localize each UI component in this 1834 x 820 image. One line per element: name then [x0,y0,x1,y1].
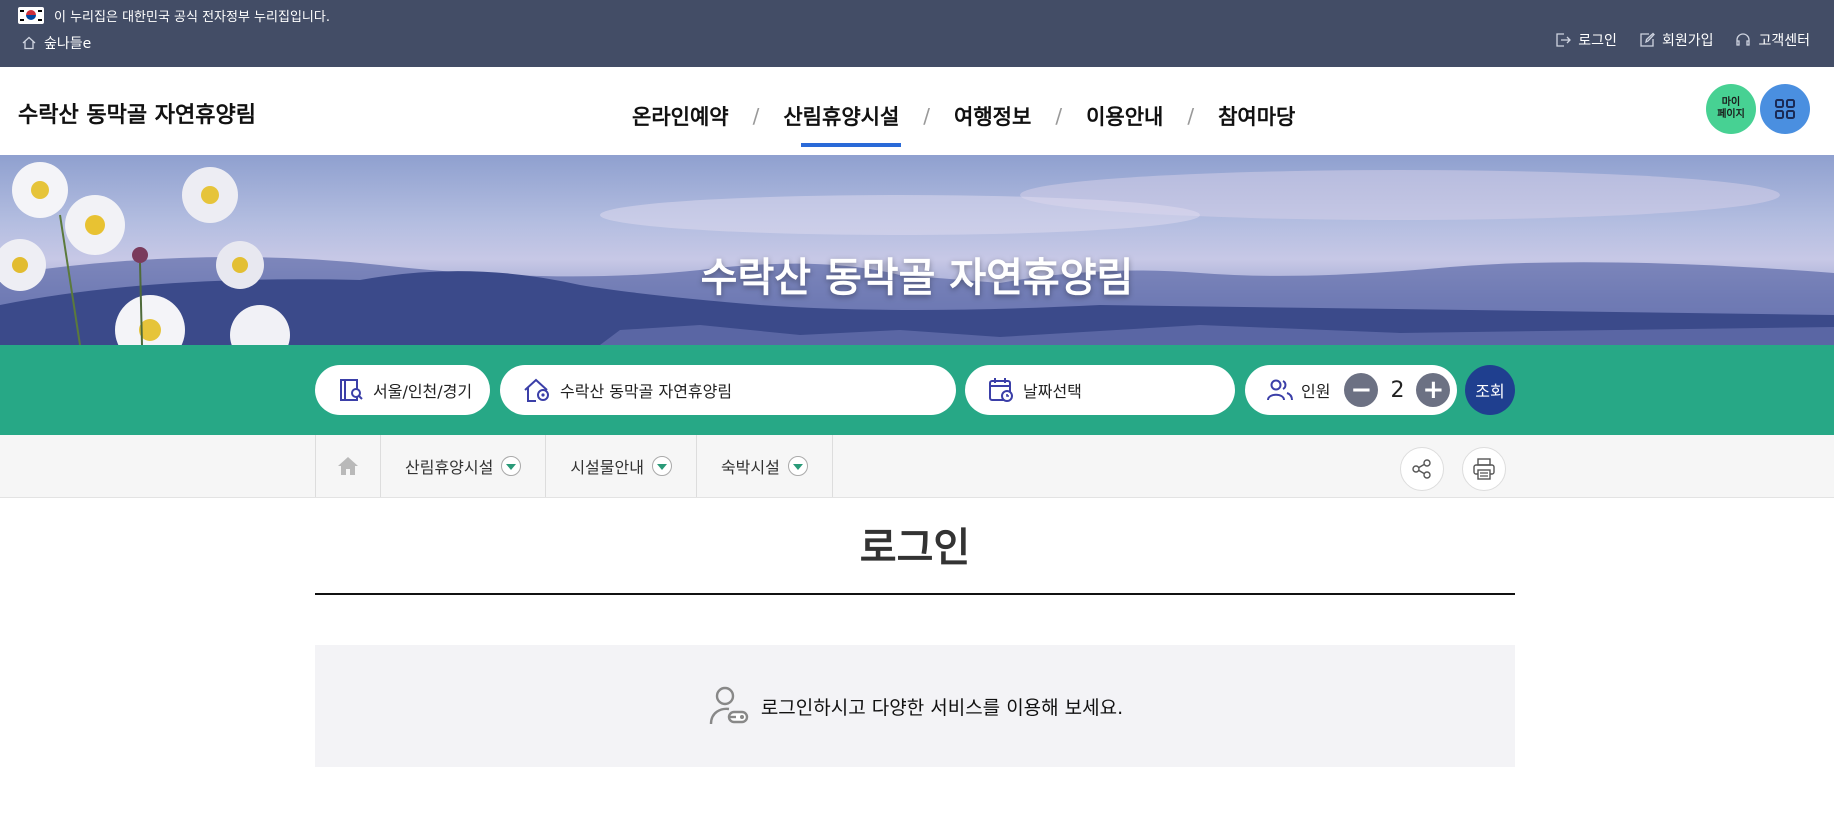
edit-icon [1640,32,1655,47]
people-plus-button[interactable]: + [1416,373,1451,407]
share-icon [1412,459,1431,479]
nav-usage-guide[interactable]: 이용안내 [1086,101,1163,147]
breadcrumb-forest-facilities[interactable]: 산림휴양시설 [381,435,547,497]
signup-link-label: 회원가입 [1661,33,1714,49]
logout-icon [1556,33,1572,47]
nav-separator: / [752,104,760,128]
people-label: 인원 [1301,382,1331,401]
title-divider [315,593,1515,595]
mypage-label-line2: 페이지 [1717,109,1745,120]
reservation-search-bar: 서울/인천/경기 수락산 동막골 자연휴양림 날짜선택 인원 − 2 + 조회 [0,345,1834,435]
user-key-icon [709,686,749,725]
nav-forest-facilities[interactable]: 산림휴양시설 [783,101,902,147]
headset-icon [1736,33,1751,46]
region-select[interactable]: 서울/인천/경기 [315,365,490,415]
facility-value: 수락산 동막골 자연휴양림 [560,382,733,401]
gov-banner: 이 누리집은 대한민국 공식 전자정부 누리집입니다. 숲나들e 로그인 회원가… [0,0,1834,67]
breadcrumb-label: 산림휴양시설 [405,458,494,477]
home-link-label: 숲나들e [44,36,92,52]
chevron-down-icon [651,456,672,476]
site-logo-title[interactable]: 수락산 동막골 자연휴양림 [18,97,256,129]
site-header: 수락산 동막골 자연휴양림 온라인예약 / 산림휴양시설 / 여행정보 / 이용… [0,67,1834,156]
support-link[interactable]: 고객센터 [1735,30,1810,50]
breadcrumb-label: 시설물안내 [570,458,644,477]
people-count: 2 [1390,377,1405,403]
share-button[interactable] [1400,447,1444,491]
nav-separator: / [1055,104,1063,128]
region-value: 서울/인천/경기 [373,382,473,401]
hero-banner: 수락산 동막골 자연휴양림 [0,155,1834,345]
login-notice-text: 로그인하시고 다양한 서비스를 이용해 보세요. [760,696,1124,719]
page-title: 로그인 [859,525,971,571]
chevron-down-icon [501,456,522,476]
people-stepper: 인원 − 2 + [1245,365,1457,415]
search-submit-button[interactable]: 조회 [1465,365,1515,415]
breadcrumb-label: 숙박시설 [720,458,780,477]
login-notice-box: 로그인하시고 다양한 서비스를 이용해 보세요. [315,645,1515,767]
banner-title: 수락산 동막골 자연휴양림 [700,255,1134,301]
mypage-label-line1: 마이 [1721,97,1741,108]
breadcrumb-facility-guide[interactable]: 시설물안내 [546,435,697,497]
date-select[interactable]: 날짜선택 [965,365,1235,415]
nav-separator: / [1187,104,1195,128]
nav-separator: / [923,104,931,128]
korea-flag-icon [18,6,44,24]
gov-notice-text: 이 누리집은 대한민국 공식 전자정부 누리집입니다. [54,9,330,25]
login-link[interactable]: 로그인 [1555,30,1617,50]
grid-icon [1775,99,1795,119]
home-icon [22,36,36,50]
printer-icon [1473,458,1495,480]
utility-menu: 로그인 회원가입 고객센터 [1555,30,1810,50]
gov-notice: 이 누리집은 대한민국 공식 전자정부 누리집입니다. [18,5,330,25]
nav-participation[interactable]: 참여마당 [1218,101,1295,147]
home-link[interactable]: 숲나들e [22,33,91,53]
breadcrumb-lodging[interactable]: 숙박시설 [697,435,833,497]
calendar-icon [989,378,1013,402]
chevron-down-icon [787,456,808,476]
breadcrumb-home[interactable] [315,435,381,497]
people-minus-button[interactable]: − [1344,373,1379,407]
house-location-icon [524,378,549,402]
map-book-icon [340,379,363,401]
location-bar: 산림휴양시설 시설물안내 숙박시설 [0,435,1834,498]
nav-travel-info[interactable]: 여행정보 [954,101,1031,147]
mypage-button[interactable]: 마이 페이지 [1706,84,1756,134]
people-icon [1267,379,1293,401]
date-placeholder: 날짜선택 [1023,382,1082,401]
support-link-label: 고객센터 [1758,33,1810,49]
home-icon [338,457,358,475]
all-menu-button[interactable] [1760,84,1810,134]
print-button[interactable] [1462,447,1506,491]
login-link-label: 로그인 [1578,33,1617,49]
signup-link[interactable]: 회원가입 [1639,30,1714,50]
facility-select[interactable]: 수락산 동막골 자연휴양림 [500,365,956,415]
nav-online-reservation[interactable]: 온라인예약 [632,101,729,147]
main-nav: 온라인예약 / 산림휴양시설 / 여행정보 / 이용안내 / 참여마당 [632,93,1295,147]
